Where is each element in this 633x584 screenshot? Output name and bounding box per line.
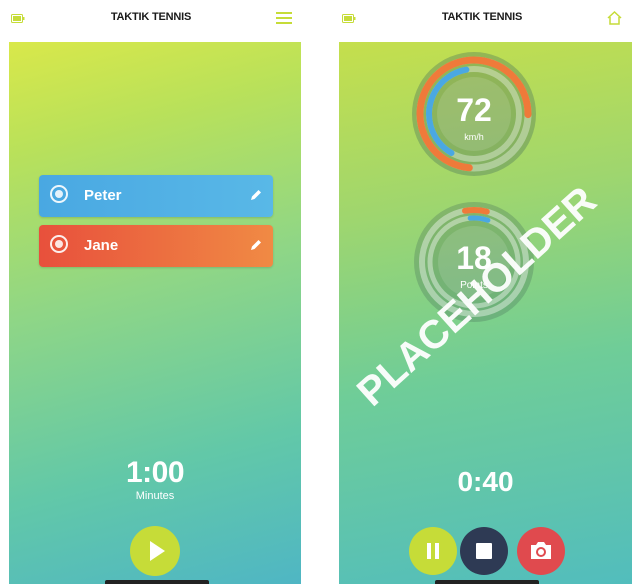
- top-bar: TAKTIK TENNIS: [332, 0, 632, 42]
- pause-icon: [427, 543, 439, 559]
- match-content: 72 km/h 18 Points PLACEHOLDER 0:40: [339, 42, 632, 584]
- timer-unit: Minutes: [135, 490, 175, 502]
- player-name: Jane: [84, 237, 119, 254]
- edit-icon[interactable]: [249, 188, 263, 202]
- edit-icon[interactable]: [249, 238, 263, 252]
- setup-screen: TAKTIK TENNIS Peter Jane 1:00 Minutes: [1, 0, 301, 584]
- play-button[interactable]: [130, 526, 180, 576]
- match-screen: TAKTIK TENNIS 72 km/h 18 Points PLACEHOL…: [332, 0, 632, 584]
- timer-value: 0:40: [457, 466, 514, 497]
- player-card-peter[interactable]: Peter: [39, 175, 273, 217]
- menu-icon[interactable]: [275, 10, 293, 26]
- camera-icon: [531, 542, 551, 559]
- speed-unit: km/h: [464, 132, 484, 142]
- stop-button[interactable]: [460, 527, 508, 575]
- app-title: TAKTIK TENNIS: [441, 11, 523, 23]
- top-bar: TAKTIK TENNIS: [1, 0, 301, 42]
- app-title: TAKTIK TENNIS: [110, 11, 192, 23]
- stop-icon: [476, 543, 492, 559]
- home-indicator: [435, 580, 539, 584]
- player-card-jane[interactable]: Jane: [39, 225, 273, 267]
- speed-gauge: 72 km/h: [410, 50, 538, 178]
- player-name: Peter: [84, 187, 122, 204]
- pause-button[interactable]: [409, 527, 457, 575]
- player-avatar-icon: [50, 185, 68, 203]
- camera-button[interactable]: [517, 527, 565, 575]
- setup-content: Peter Jane 1:00 Minutes: [9, 42, 301, 584]
- speed-value: 72: [456, 92, 492, 128]
- play-icon: [150, 541, 165, 561]
- home-indicator: [105, 580, 209, 584]
- player-avatar-icon: [50, 235, 68, 253]
- home-icon[interactable]: [606, 10, 623, 27]
- timer-value: 1:00: [125, 456, 185, 489]
